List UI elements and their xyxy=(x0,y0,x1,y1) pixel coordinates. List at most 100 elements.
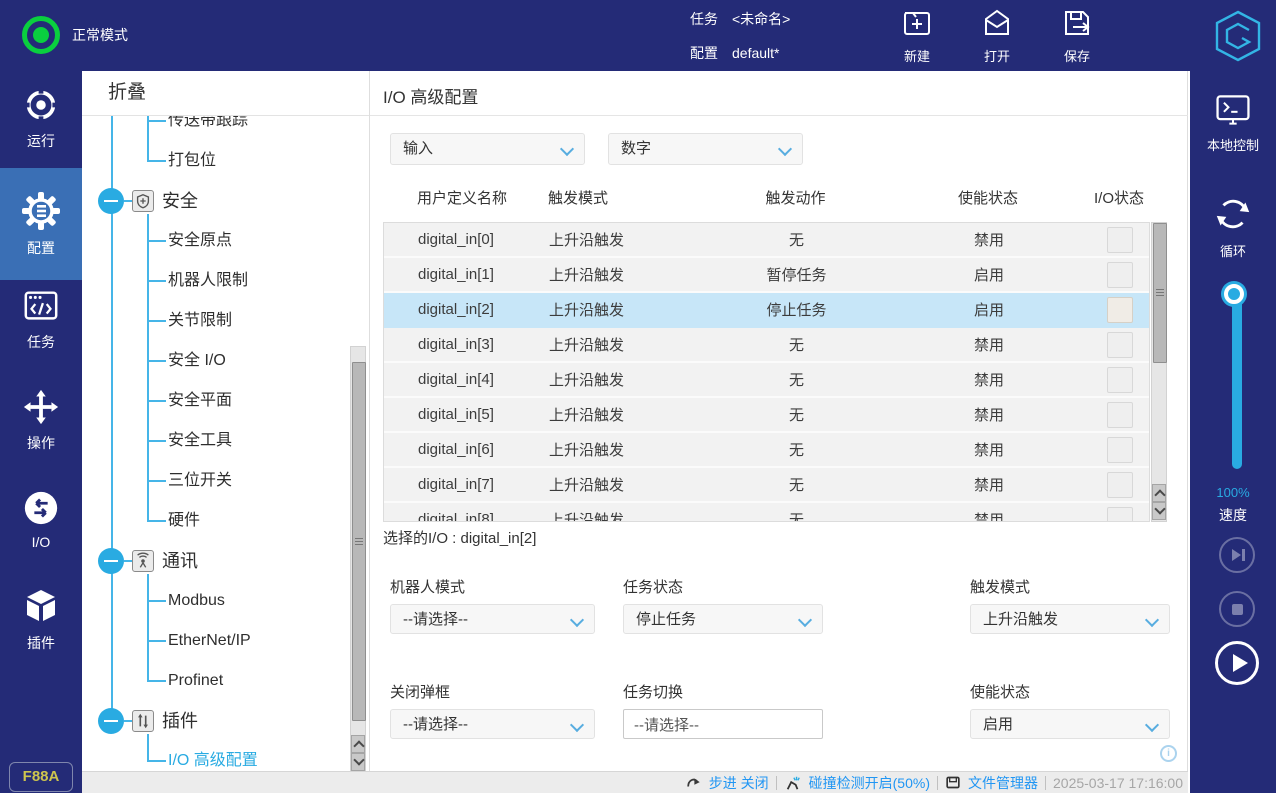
tree-item-safety-io[interactable]: 安全 I/O xyxy=(168,341,226,381)
tree-item-safety-planes[interactable]: 安全平面 xyxy=(168,381,232,421)
io-direction-value: 输入 xyxy=(403,140,433,157)
task-state-label: 任务状态 xyxy=(623,576,683,597)
move-arrows-icon xyxy=(22,388,60,426)
tree-item-pack-position[interactable]: 打包位 xyxy=(168,141,216,181)
info-icon[interactable] xyxy=(1160,745,1177,762)
tree-line xyxy=(147,320,166,322)
step-forward-button[interactable] xyxy=(1219,537,1255,573)
table-row[interactable]: digital_in[5] 上升沿触发 无 禁用 xyxy=(384,398,1149,433)
table-row[interactable]: digital_in[7] 上升沿触发 无 禁用 xyxy=(384,468,1149,503)
sidebar-item-plugin[interactable]: 插件 xyxy=(0,573,82,665)
speed-slider-track[interactable] xyxy=(1232,297,1242,469)
io-state-checkbox[interactable] xyxy=(1107,227,1133,253)
play-icon xyxy=(1233,654,1248,672)
speed-slider-knob[interactable] xyxy=(1224,284,1244,304)
table-row-selected[interactable]: digital_in[2] 上升沿触发 停止任务 启用 xyxy=(384,293,1149,328)
tree-scroll-down-button[interactable] xyxy=(351,753,365,771)
io-circle-icon xyxy=(22,489,60,527)
tree-item-three-position-switch[interactable]: 三位开关 xyxy=(168,461,232,501)
robot-mode-dropdown[interactable]: --请选择-- xyxy=(390,604,595,634)
tree-collapse-node[interactable] xyxy=(98,548,124,574)
tree-line xyxy=(147,600,166,602)
table-scrollbar[interactable] xyxy=(1151,222,1167,522)
io-state-checkbox[interactable] xyxy=(1107,507,1133,523)
step-mode-status[interactable]: 步进 关闭 xyxy=(709,773,769,793)
tree-item-robot-limits[interactable]: 机器人限制 xyxy=(168,261,248,301)
tree-line xyxy=(124,200,132,202)
sidebar-item-task[interactable]: 任务 xyxy=(0,273,82,365)
io-direction-dropdown[interactable]: 输入 xyxy=(390,133,585,165)
tree-item-communication[interactable]: 通讯 xyxy=(162,541,198,581)
task-state-dropdown[interactable]: 停止任务 xyxy=(623,604,823,634)
tree-collapse-node[interactable] xyxy=(98,188,124,214)
tree-item-profinet[interactable]: Profinet xyxy=(168,661,223,701)
local-control-button[interactable]: 本地控制 xyxy=(1190,91,1276,154)
tree-scroll-up-button[interactable] xyxy=(351,735,365,753)
tree-line xyxy=(147,116,149,161)
tree-scrollbar-thumb[interactable] xyxy=(352,362,366,721)
close-popup-dropdown[interactable]: --请选择-- xyxy=(390,709,595,739)
tree-content: 传送带跟踪 打包位 安全 安全原点 机器人限制 关节限制 安全 I/O 安全平面… xyxy=(82,116,369,771)
tree-item-hardware[interactable]: 硬件 xyxy=(168,501,200,541)
task-switch-input[interactable] xyxy=(623,709,823,739)
tree-item-conveyor-tracking[interactable]: 传送带跟踪 xyxy=(168,116,248,141)
tree-item-safety-home[interactable]: 安全原点 xyxy=(168,221,232,261)
io-state-checkbox[interactable] xyxy=(1107,402,1133,428)
sidebar-item-run[interactable]: 运行 xyxy=(0,71,82,165)
io-state-checkbox[interactable] xyxy=(1107,437,1133,463)
io-state-checkbox[interactable] xyxy=(1107,332,1133,358)
sidebar-item-operate[interactable]: 操作 xyxy=(0,374,82,466)
task-line: 任务<未命名> xyxy=(690,9,804,29)
chevron-down-icon xyxy=(560,142,574,156)
sidebar-item-io[interactable]: I/O xyxy=(0,473,82,565)
divider xyxy=(1045,776,1046,790)
page-title: I/O 高级配置 xyxy=(383,83,478,108)
file-manager-link[interactable]: 文件管理器 xyxy=(968,773,1038,793)
chevron-down-icon xyxy=(570,613,584,627)
tree-line xyxy=(124,720,132,722)
save-button[interactable]: 保存 xyxy=(1045,7,1109,65)
enable-state-dropdown[interactable]: 启用 xyxy=(970,709,1170,739)
loop-button[interactable]: 循环 xyxy=(1190,193,1276,260)
table-scrollbar-thumb[interactable] xyxy=(1153,223,1167,363)
tree-line xyxy=(147,480,166,482)
collision-detect-icon xyxy=(784,775,802,791)
tree-item-joint-limits[interactable]: 关节限制 xyxy=(168,301,232,341)
io-state-checkbox[interactable] xyxy=(1107,297,1133,323)
play-button[interactable] xyxy=(1215,641,1259,685)
tree-item-safety-tool[interactable]: 安全工具 xyxy=(168,421,232,461)
collision-detect-status[interactable]: 碰撞检测开启(50%) xyxy=(809,773,930,793)
settings-gear-icon xyxy=(21,191,61,231)
trigger-mode-dropdown[interactable]: 上升沿触发 xyxy=(970,604,1170,634)
io-state-checkbox[interactable] xyxy=(1107,367,1133,393)
tree-line xyxy=(147,760,166,762)
table-row[interactable]: digital_in[8] 上升沿触发 无 禁用 xyxy=(384,503,1149,522)
tree-item-safety[interactable]: 安全 xyxy=(162,181,198,221)
io-state-checkbox[interactable] xyxy=(1107,472,1133,498)
tree-item-ethernet-ip[interactable]: EtherNet/IP xyxy=(168,621,251,661)
table-row[interactable]: digital_in[6] 上升沿触发 无 禁用 xyxy=(384,433,1149,468)
comm-antenna-icon xyxy=(132,550,154,572)
sidebar-item-config[interactable]: 配置 xyxy=(0,168,82,280)
save-icon xyxy=(1061,7,1093,39)
new-button[interactable]: 新建 xyxy=(885,7,949,65)
tree-scrollbar[interactable] xyxy=(350,346,366,771)
table-scroll-down-button[interactable] xyxy=(1152,502,1166,520)
io-state-checkbox[interactable] xyxy=(1107,262,1133,288)
tree-item-modbus[interactable]: Modbus xyxy=(168,581,225,621)
stop-button[interactable] xyxy=(1219,591,1255,627)
table-row[interactable]: digital_in[0] 上升沿触发 无 禁用 xyxy=(384,223,1149,258)
table-row[interactable]: digital_in[3] 上升沿触发 无 禁用 xyxy=(384,328,1149,363)
tree-item-io-advanced-config[interactable]: I/O 高级配置 xyxy=(168,741,258,771)
col-io-state: I/O状态 xyxy=(1088,187,1150,208)
table-header: 用户定义名称 触发模式 触发动作 使能状态 I/O状态 xyxy=(383,183,1150,211)
table-row[interactable]: digital_in[4] 上升沿触发 无 禁用 xyxy=(384,363,1149,398)
table-row[interactable]: digital_in[1] 上升沿触发 暂停任务 启用 xyxy=(384,258,1149,293)
tree-collapse-header[interactable]: 折叠 xyxy=(82,71,369,116)
speed-label: 速度 xyxy=(1190,505,1276,525)
tree-collapse-node[interactable] xyxy=(98,708,124,734)
tree-item-plugin[interactable]: 插件 xyxy=(162,701,198,741)
signal-type-dropdown[interactable]: 数字 xyxy=(608,133,803,165)
table-scroll-up-button[interactable] xyxy=(1152,484,1166,502)
open-button[interactable]: 打开 xyxy=(965,7,1029,65)
